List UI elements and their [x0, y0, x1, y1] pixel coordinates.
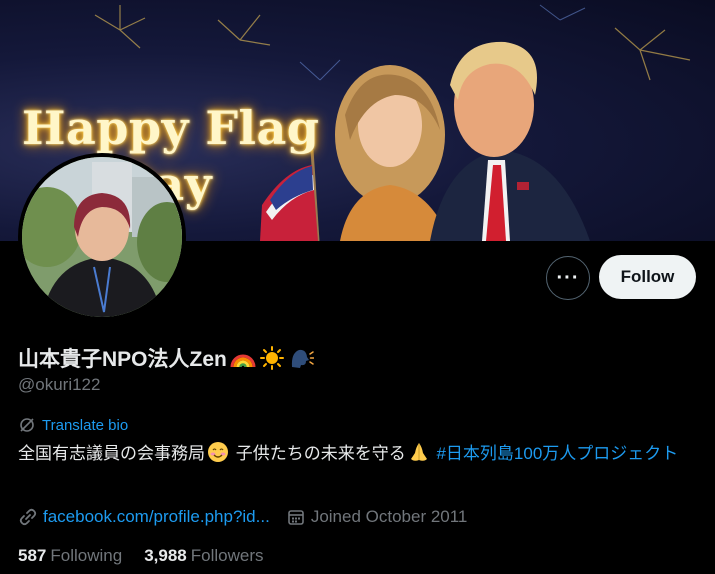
follow-button[interactable]: Follow — [599, 255, 696, 299]
translate-bio-link[interactable]: Translate bio — [18, 416, 128, 434]
smiling-face-icon — [208, 442, 228, 462]
following-link[interactable]: 587 Following — [18, 546, 122, 566]
profile-bio: 全国有志議員の会事務局 子供たちの未来を守る #日本列島100万人プロジェクト — [18, 441, 700, 465]
link-icon — [19, 508, 37, 526]
bio-hashtag-link[interactable]: #日本列島100万人プロジェクト — [436, 444, 678, 463]
joined-date: Joined October 2011 — [310, 507, 468, 526]
followers-link[interactable]: 3,988 Followers — [144, 546, 263, 566]
followers-count: 3,988 — [144, 546, 187, 565]
more-options-button[interactable]: ··· — [546, 256, 590, 300]
bio-text-part1: 全国有志議員の会事務局 — [18, 444, 205, 463]
rainbow-icon — [230, 354, 256, 368]
display-name-row: 山本貴子NPO法人Zen — [18, 343, 314, 373]
display-name: 山本貴子NPO法人Zen — [18, 348, 227, 371]
folded-hands-icon — [410, 443, 427, 461]
speaking-head-icon — [291, 349, 314, 368]
follow-stats: 587 Following 3,988 Followers — [18, 546, 285, 566]
following-count: 587 — [18, 546, 47, 565]
calendar-icon — [288, 510, 304, 525]
translate-bio-label: Translate bio — [42, 416, 129, 434]
translate-icon — [20, 418, 34, 432]
bio-text-part2: 子供たちの未来を守る — [231, 444, 406, 463]
profile-meta-row: facebook.com/profile.php?id... Joined Oc… — [18, 505, 467, 529]
followers-label: Followers — [190, 546, 264, 565]
sun-icon — [259, 346, 284, 370]
profile-website-link[interactable]: facebook.com/profile.php?id... — [43, 507, 270, 527]
avatar-photo — [22, 157, 182, 317]
avatar[interactable] — [18, 153, 186, 321]
username-handle: @okuri122 — [18, 375, 101, 394]
following-label: Following — [50, 546, 123, 565]
